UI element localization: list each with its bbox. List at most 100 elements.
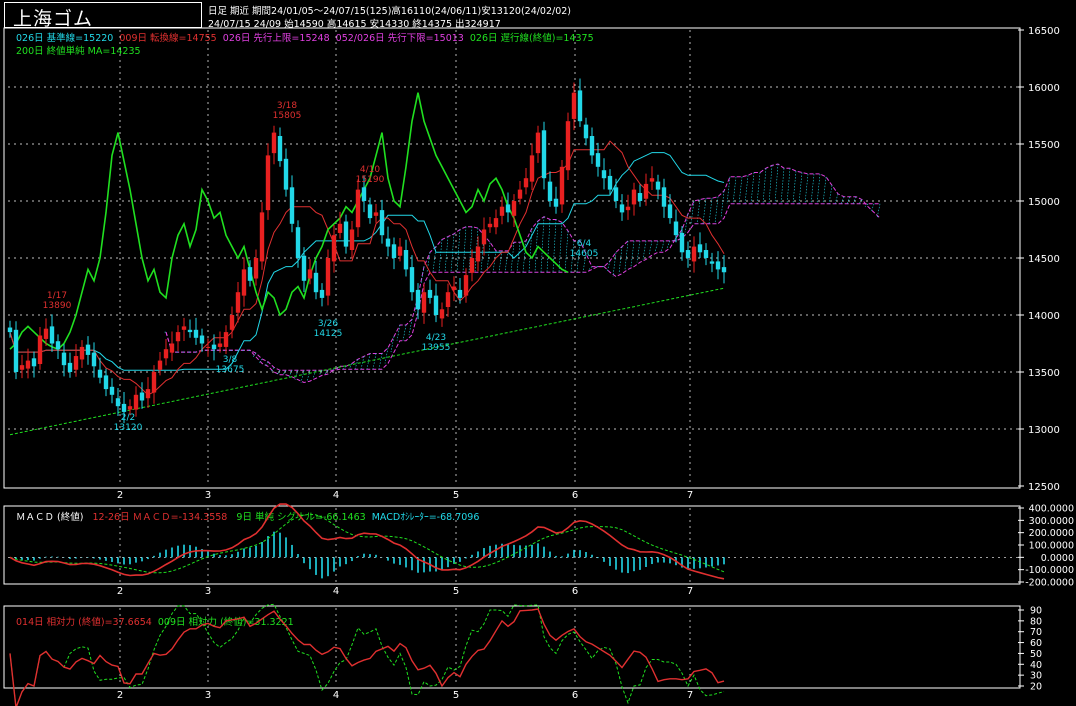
candle-body [307, 269, 313, 279]
candle-body [625, 206, 631, 211]
rsi-x-tick: 6 [572, 690, 578, 701]
cloud-hatch [744, 175, 749, 204]
price-x-tick: 6 [572, 490, 578, 501]
candle-body [25, 360, 31, 369]
macd-y-tick: 100.0000 [1029, 541, 1074, 552]
candle-body [535, 132, 541, 154]
candle-body [703, 250, 709, 258]
candle-body [277, 136, 283, 162]
cloud-hatch [564, 230, 569, 273]
candle-body [721, 267, 727, 273]
macd-x-tick: 6 [572, 586, 578, 597]
cloud-hatch [666, 240, 671, 249]
cloud-hatch [780, 168, 785, 204]
candle-body [97, 369, 103, 378]
candle-body [445, 292, 451, 308]
candle-body [487, 223, 493, 228]
cloud-hatch [282, 370, 287, 376]
candle-body [379, 210, 385, 236]
candle-body [145, 389, 151, 399]
candle-body [181, 326, 187, 330]
price-annotation-value: 13955 [422, 343, 451, 353]
cloud-hatch [372, 353, 377, 370]
macd-y-tick: -200.0000 [1025, 578, 1074, 589]
cloud-hatch [792, 171, 797, 204]
candle-body [313, 272, 319, 293]
cloud-hatch [588, 266, 593, 270]
candle-body [523, 178, 529, 188]
cloud-hatch [822, 176, 827, 204]
price-y-tick: 14500 [1028, 254, 1060, 265]
price-annotation-value: 14125 [314, 329, 343, 339]
candle-body [85, 344, 91, 355]
candle-body [589, 136, 595, 156]
cloud-hatch [288, 370, 293, 377]
price-annotation-date: 2/2 [121, 413, 135, 423]
cloud-hatch [738, 176, 743, 204]
price-annotation-value: 13890 [43, 301, 72, 311]
candle-body [361, 187, 367, 201]
candle-body [673, 221, 679, 236]
candle-body [427, 289, 433, 298]
rsi-x-tick: 4 [333, 690, 339, 701]
macd-signal-line [9, 513, 725, 574]
price-x-tick: 5 [453, 490, 459, 501]
candle-body [391, 244, 397, 258]
cloud-hatch [636, 240, 641, 263]
cloud-hatch [276, 370, 281, 376]
candle-body [79, 346, 85, 360]
candle-body [697, 244, 703, 253]
rsi-y-tick: 80 [1030, 616, 1042, 627]
price-annotation-value: 13675 [216, 365, 245, 375]
candle-body [175, 332, 181, 342]
candle-body [463, 275, 469, 296]
price-y-tick: 13500 [1028, 368, 1060, 379]
candle-body [151, 372, 157, 393]
macd-y-tick: 300.0000 [1029, 516, 1074, 527]
price-annotation-value: 15190 [356, 175, 385, 185]
price-annotation-date: 3/8 [223, 355, 238, 365]
price-annotation-date: 1/17 [47, 291, 67, 301]
candles-layer [7, 78, 727, 424]
cloud-hatch [702, 198, 707, 224]
senkou-span-b [165, 203, 880, 371]
candle-body [493, 218, 499, 228]
candle-body [517, 189, 523, 199]
candle-body [325, 258, 331, 296]
candle-body [55, 341, 61, 350]
cloud-hatch [846, 196, 851, 204]
macd-y-tick: 0.0000 [1041, 553, 1074, 564]
macd-x-tick: 4 [333, 586, 339, 597]
candle-body [661, 187, 667, 207]
candle-body [415, 289, 421, 310]
price-annotation-value: 13120 [114, 423, 143, 433]
candle-body [409, 267, 415, 293]
candle-body [505, 204, 511, 213]
price-y-tick: 14000 [1028, 311, 1060, 322]
candle-body [685, 250, 691, 258]
candle-body [715, 261, 721, 270]
cloud-hatch [696, 199, 701, 224]
cloud-hatch [504, 250, 509, 273]
cloud-hatch [618, 246, 623, 274]
candle-body [529, 155, 535, 182]
rsi-x-tick: 2 [117, 690, 123, 701]
candle-body [229, 315, 235, 330]
candle-body [19, 365, 25, 370]
candle-body [103, 375, 109, 390]
candle-body [127, 406, 133, 410]
labels-layer: 2 2 2 3 3 3 4 4 4 5 5 5 6 6 6 7 7 7 16500 16000 15500 15000 14… [43, 26, 1074, 701]
candle-body [355, 189, 361, 228]
candle-body [571, 92, 577, 119]
chart-window: 上海ゴム 日足 期近 期間24/01/05～24/07/15(125)高1611… [0, 0, 1076, 706]
candle-body [301, 255, 307, 281]
candle-body [37, 335, 43, 365]
candle-body [49, 326, 55, 344]
price-annotation-date: 6/4 [577, 239, 592, 249]
cloud-hatch [402, 324, 407, 341]
candle-body [649, 178, 655, 182]
price-annotation-date: 3/26 [318, 319, 338, 329]
candle-body [577, 90, 583, 122]
candle-body [271, 132, 277, 154]
candle-body [691, 246, 697, 262]
